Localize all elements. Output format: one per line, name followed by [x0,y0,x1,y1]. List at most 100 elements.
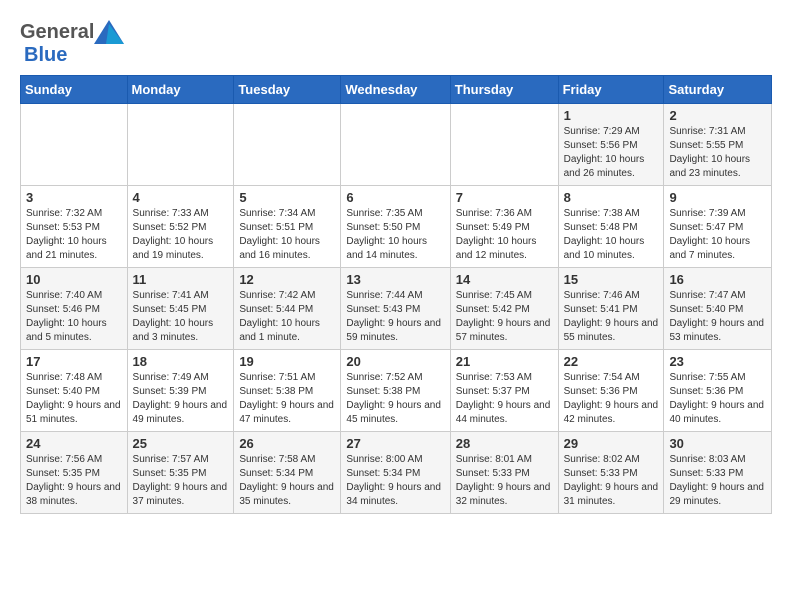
day-number: 7 [456,190,553,205]
day-info: Sunrise: 7:36 AM Sunset: 5:49 PM Dayligh… [456,207,553,263]
calendar: SundayMondayTuesdayWednesdayThursdayFrid… [20,75,772,514]
day-number: 29 [564,436,659,451]
weekday-header-tuesday: Tuesday [234,76,341,104]
day-number: 27 [346,436,444,451]
calendar-cell [341,104,450,186]
day-info: Sunrise: 7:44 AM Sunset: 5:43 PM Dayligh… [346,289,444,345]
day-number: 16 [669,272,766,287]
day-info: Sunrise: 7:49 AM Sunset: 5:39 PM Dayligh… [133,371,229,427]
day-info: Sunrise: 7:31 AM Sunset: 5:55 PM Dayligh… [669,125,766,181]
weekday-header-thursday: Thursday [450,76,558,104]
day-number: 8 [564,190,659,205]
day-number: 19 [239,354,335,369]
day-number: 18 [133,354,229,369]
calendar-cell: 8 Sunrise: 7:38 AM Sunset: 5:48 PM Daylig… [558,186,664,268]
calendar-cell: 15 Sunrise: 7:46 AM Sunset: 5:41 PM Dayli… [558,268,664,350]
day-number: 3 [26,190,122,205]
day-number: 14 [456,272,553,287]
calendar-cell: 4 Sunrise: 7:33 AM Sunset: 5:52 PM Daylig… [127,186,234,268]
day-number: 10 [26,272,122,287]
day-info: Sunrise: 7:34 AM Sunset: 5:51 PM Dayligh… [239,207,335,263]
calendar-week-5: 24Sunrise: 7:56 AM Sunset: 5:35 PM Dayli… [21,432,772,514]
day-number: 6 [346,190,444,205]
day-number: 12 [239,272,335,287]
weekday-header-monday: Monday [127,76,234,104]
day-info: Sunrise: 7:45 AM Sunset: 5:42 PM Dayligh… [456,289,553,345]
calendar-cell: 2 Sunrise: 7:31 AM Sunset: 5:55 PM Daylig… [664,104,772,186]
calendar-cell: 20 Sunrise: 7:52 AM Sunset: 5:38 PM Dayli… [341,350,450,432]
day-number: 22 [564,354,659,369]
calendar-week-1: 1 Sunrise: 7:29 AM Sunset: 5:56 PM Daylig… [21,104,772,186]
day-info: Sunrise: 7:47 AM Sunset: 5:40 PM Dayligh… [669,289,766,345]
calendar-cell: 13 Sunrise: 7:44 AM Sunset: 5:43 PM Dayli… [341,268,450,350]
calendar-cell [234,104,341,186]
day-number: 4 [133,190,229,205]
day-info: Sunrise: 7:53 AM Sunset: 5:37 PM Dayligh… [456,371,553,427]
calendar-cell: 25 Sunrise: 7:57 AM Sunset: 5:35 PM Dayli… [127,432,234,514]
day-info: Sunrise: 8:03 AM Sunset: 5:33 PM Dayligh… [669,453,766,509]
logo-icon [94,20,124,44]
weekday-header-row: SundayMondayTuesdayWednesdayThursdayFrid… [21,76,772,104]
calendar-cell: 28 Sunrise: 8:01 AM Sunset: 5:33 PM Dayli… [450,432,558,514]
calendar-cell: 12 Sunrise: 7:42 AM Sunset: 5:44 PM Dayli… [234,268,341,350]
calendar-cell: 17Sunrise: 7:48 AM Sunset: 5:40 PM Dayli… [21,350,128,432]
day-info: Sunrise: 7:42 AM Sunset: 5:44 PM Dayligh… [239,289,335,345]
day-info: Sunrise: 7:40 AM Sunset: 5:46 PM Dayligh… [26,289,122,345]
day-info: Sunrise: 7:35 AM Sunset: 5:50 PM Dayligh… [346,207,444,263]
day-number: 17 [26,354,122,369]
day-info: Sunrise: 7:52 AM Sunset: 5:38 PM Dayligh… [346,371,444,427]
calendar-week-3: 10 Sunrise: 7:40 AM Sunset: 5:46 PM Dayli… [21,268,772,350]
day-info: Sunrise: 7:51 AM Sunset: 5:38 PM Dayligh… [239,371,335,427]
day-number: 9 [669,190,766,205]
day-info: Sunrise: 7:57 AM Sunset: 5:35 PM Dayligh… [133,453,229,509]
day-info: Sunrise: 7:46 AM Sunset: 5:41 PM Dayligh… [564,289,659,345]
day-number: 13 [346,272,444,287]
calendar-cell: 19 Sunrise: 7:51 AM Sunset: 5:38 PM Dayli… [234,350,341,432]
calendar-cell [127,104,234,186]
day-info: Sunrise: 7:33 AM Sunset: 5:52 PM Dayligh… [133,207,229,263]
day-info: Sunrise: 7:58 AM Sunset: 5:34 PM Dayligh… [239,453,335,509]
calendar-cell: 30 Sunrise: 8:03 AM Sunset: 5:33 PM Dayli… [664,432,772,514]
day-info: Sunrise: 8:01 AM Sunset: 5:33 PM Dayligh… [456,453,553,509]
calendar-cell: 18 Sunrise: 7:49 AM Sunset: 5:39 PM Dayli… [127,350,234,432]
day-number: 11 [133,272,229,287]
day-info: Sunrise: 7:55 AM Sunset: 5:36 PM Dayligh… [669,371,766,427]
day-info: Sunrise: 8:02 AM Sunset: 5:33 PM Dayligh… [564,453,659,509]
calendar-week-2: 3 Sunrise: 7:32 AM Sunset: 5:53 PM Daylig… [21,186,772,268]
day-number: 30 [669,436,766,451]
header: GeneralBlue [20,20,772,67]
day-number: 2 [669,108,766,123]
calendar-cell: 3 Sunrise: 7:32 AM Sunset: 5:53 PM Daylig… [21,186,128,268]
day-number: 24 [26,436,122,451]
day-number: 23 [669,354,766,369]
logo-area: GeneralBlue [20,20,124,67]
logo-blue-text: Blue [20,44,67,67]
calendar-cell: 22 Sunrise: 7:54 AM Sunset: 5:36 PM Dayli… [558,350,664,432]
day-info: Sunrise: 7:38 AM Sunset: 5:48 PM Dayligh… [564,207,659,263]
calendar-cell: 26 Sunrise: 7:58 AM Sunset: 5:34 PM Dayli… [234,432,341,514]
calendar-cell: 6 Sunrise: 7:35 AM Sunset: 5:50 PM Daylig… [341,186,450,268]
day-number: 28 [456,436,553,451]
day-info: Sunrise: 8:00 AM Sunset: 5:34 PM Dayligh… [346,453,444,509]
day-number: 26 [239,436,335,451]
day-info: Sunrise: 7:29 AM Sunset: 5:56 PM Dayligh… [564,125,659,181]
calendar-cell: 21Sunrise: 7:53 AM Sunset: 5:37 PM Dayli… [450,350,558,432]
calendar-cell: 23 Sunrise: 7:55 AM Sunset: 5:36 PM Dayli… [664,350,772,432]
calendar-cell [21,104,128,186]
day-number: 25 [133,436,229,451]
calendar-cell: 10 Sunrise: 7:40 AM Sunset: 5:46 PM Dayli… [21,268,128,350]
day-number: 15 [564,272,659,287]
day-number: 5 [239,190,335,205]
calendar-cell: 11Sunrise: 7:41 AM Sunset: 5:45 PM Dayli… [127,268,234,350]
logo-row: General [20,20,124,44]
day-number: 1 [564,108,659,123]
calendar-cell: 29 Sunrise: 8:02 AM Sunset: 5:33 PM Dayli… [558,432,664,514]
calendar-cell: 24Sunrise: 7:56 AM Sunset: 5:35 PM Dayli… [21,432,128,514]
calendar-cell: 5 Sunrise: 7:34 AM Sunset: 5:51 PM Daylig… [234,186,341,268]
weekday-header-sunday: Sunday [21,76,128,104]
calendar-cell: 7 Sunrise: 7:36 AM Sunset: 5:49 PM Daylig… [450,186,558,268]
page: GeneralBlue SundayMondayTuesdayWednesday… [0,0,792,524]
day-info: Sunrise: 7:54 AM Sunset: 5:36 PM Dayligh… [564,371,659,427]
day-info: Sunrise: 7:32 AM Sunset: 5:53 PM Dayligh… [26,207,122,263]
day-number: 20 [346,354,444,369]
